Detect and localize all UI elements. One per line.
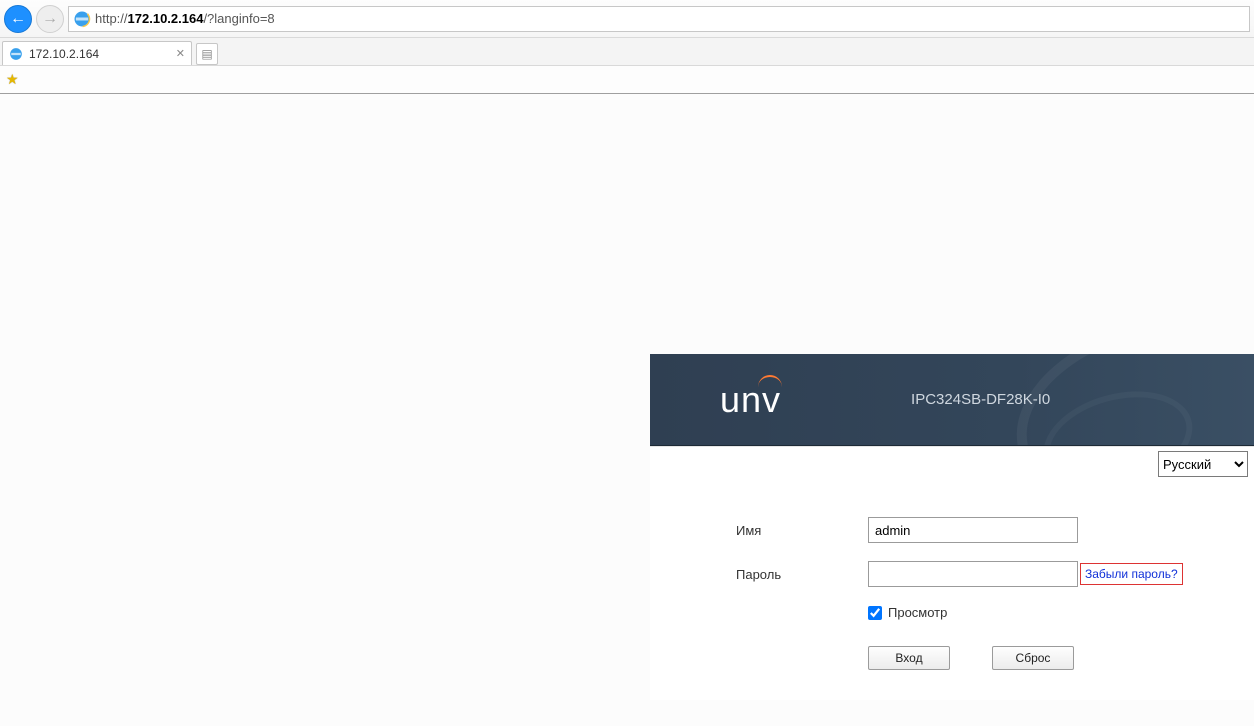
ie-icon — [73, 10, 91, 28]
language-select[interactable]: Русский — [1158, 451, 1248, 477]
button-row: Вход Сброс — [868, 646, 1214, 670]
forgot-password-link[interactable]: Забыли пароль? — [1080, 563, 1183, 585]
browser-tab[interactable]: 172.10.2.164 ✕ — [2, 41, 192, 65]
login-button[interactable]: Вход — [868, 646, 950, 670]
password-label: Пароль — [736, 567, 868, 582]
favorites-bar: ★ — [0, 66, 1254, 94]
login-panel: unv IPC324SB-DF28K-I0 Русский Имя Пароль… — [650, 354, 1254, 700]
live-view-label: Просмотр — [888, 605, 947, 620]
tab-title: 172.10.2.164 — [29, 47, 99, 61]
live-view-checkbox[interactable] — [868, 606, 882, 620]
password-input[interactable] — [868, 561, 1078, 587]
browser-chrome: ← → http://172.10.2.164/?langinfo=8 172.… — [0, 0, 1254, 94]
close-tab-icon[interactable]: ✕ — [176, 47, 185, 60]
username-row: Имя — [736, 517, 1214, 543]
language-row: Русский — [650, 447, 1254, 477]
favorites-star-icon[interactable]: ★ — [6, 71, 19, 88]
username-input[interactable] — [868, 517, 1078, 543]
url-text: http://172.10.2.164/?langinfo=8 — [95, 11, 275, 26]
nav-bar: ← → http://172.10.2.164/?langinfo=8 — [0, 0, 1254, 38]
login-form: Имя Пароль Забыли пароль? Просмотр Вход … — [650, 477, 1254, 700]
username-label: Имя — [736, 523, 868, 538]
address-bar[interactable]: http://172.10.2.164/?langinfo=8 — [68, 6, 1250, 32]
login-body: Русский Имя Пароль Забыли пароль? Просмо… — [650, 446, 1254, 700]
live-view-row: Просмотр — [868, 605, 1214, 620]
new-tab-button[interactable]: ▤ — [196, 43, 218, 65]
brand-logo: unv — [720, 379, 781, 421]
ie-icon — [9, 47, 23, 61]
arrow-right-icon: → — [42, 10, 58, 28]
forward-button: → — [36, 5, 64, 33]
page-body: unv IPC324SB-DF28K-I0 Русский Имя Пароль… — [0, 94, 1254, 726]
login-header: unv IPC324SB-DF28K-I0 — [650, 354, 1254, 446]
back-button[interactable]: ← — [4, 5, 32, 33]
device-model: IPC324SB-DF28K-I0 — [911, 391, 1050, 408]
logo-arc-icon — [758, 375, 782, 387]
tab-row: 172.10.2.164 ✕ ▤ — [0, 38, 1254, 66]
reset-button[interactable]: Сброс — [992, 646, 1074, 670]
new-tab-icon: ▤ — [201, 47, 212, 61]
password-row: Пароль Забыли пароль? — [736, 561, 1214, 587]
arrow-left-icon: ← — [10, 10, 26, 28]
